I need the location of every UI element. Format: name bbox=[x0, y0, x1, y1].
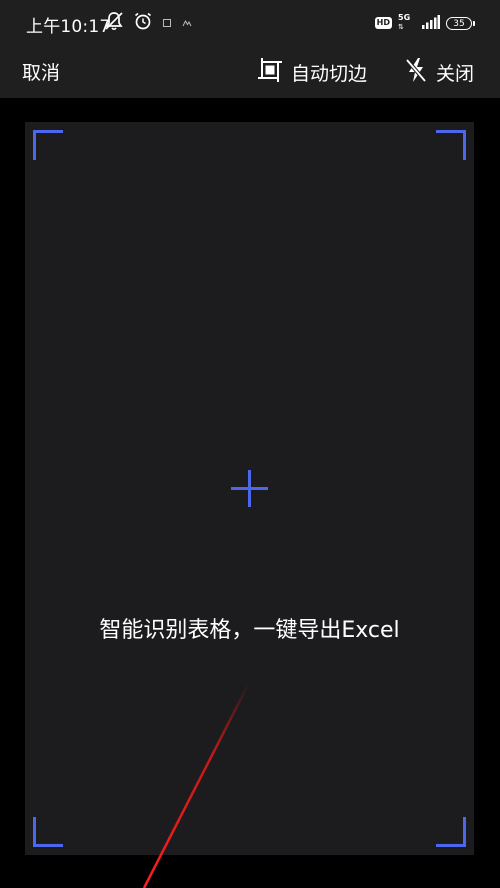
cancel-button[interactable]: 取消 bbox=[22, 58, 60, 85]
network-label: 5G ⇅ bbox=[398, 13, 416, 33]
flash-label: 关闭 bbox=[436, 62, 475, 85]
frame-corner-top-right bbox=[436, 130, 466, 160]
camera-preview[interactable]: 智能识别表格，一键导出Excel bbox=[0, 98, 500, 888]
auto-crop-button[interactable]: 自动切边 bbox=[257, 57, 367, 87]
mute-icon bbox=[103, 10, 125, 36]
hd-badge: HD bbox=[374, 17, 392, 29]
scan-hint: 智能识别表格，一键导出Excel bbox=[99, 618, 400, 643]
battery-icon: 35 bbox=[446, 16, 475, 30]
focus-crosshair-icon bbox=[231, 470, 268, 507]
battery-level: 35 bbox=[453, 18, 465, 29]
network-type: 5G bbox=[398, 13, 411, 22]
status-right: HD 5G ⇅ 35 bbox=[374, 13, 475, 33]
frame-corner-bottom-left bbox=[33, 817, 63, 847]
notification-icon bbox=[161, 14, 173, 33]
crosshair-vertical bbox=[248, 470, 251, 507]
alarm-icon bbox=[133, 11, 153, 35]
camera-toolbar: 取消 自动切边 关闭 bbox=[0, 48, 500, 98]
status-left-icons bbox=[103, 12, 193, 34]
signal-icon bbox=[422, 14, 440, 33]
frame-corner-bottom-right bbox=[436, 817, 466, 847]
status-time: 上午10:17 bbox=[26, 17, 111, 37]
notification-icon-2 bbox=[181, 14, 193, 33]
auto-crop-label: 自动切边 bbox=[291, 62, 368, 85]
flash-button[interactable]: 关闭 bbox=[404, 57, 474, 87]
flash-off-icon bbox=[404, 56, 428, 89]
battery-cap bbox=[473, 20, 475, 26]
status-bar: 上午10:17 HD 5G ⇅ 35 bbox=[0, 0, 500, 48]
data-arrows-icon: ⇅ bbox=[398, 23, 404, 31]
frame-corner-top-left bbox=[33, 130, 63, 160]
crop-icon bbox=[257, 57, 283, 88]
scan-frame: 智能识别表格，一键导出Excel bbox=[25, 122, 474, 855]
